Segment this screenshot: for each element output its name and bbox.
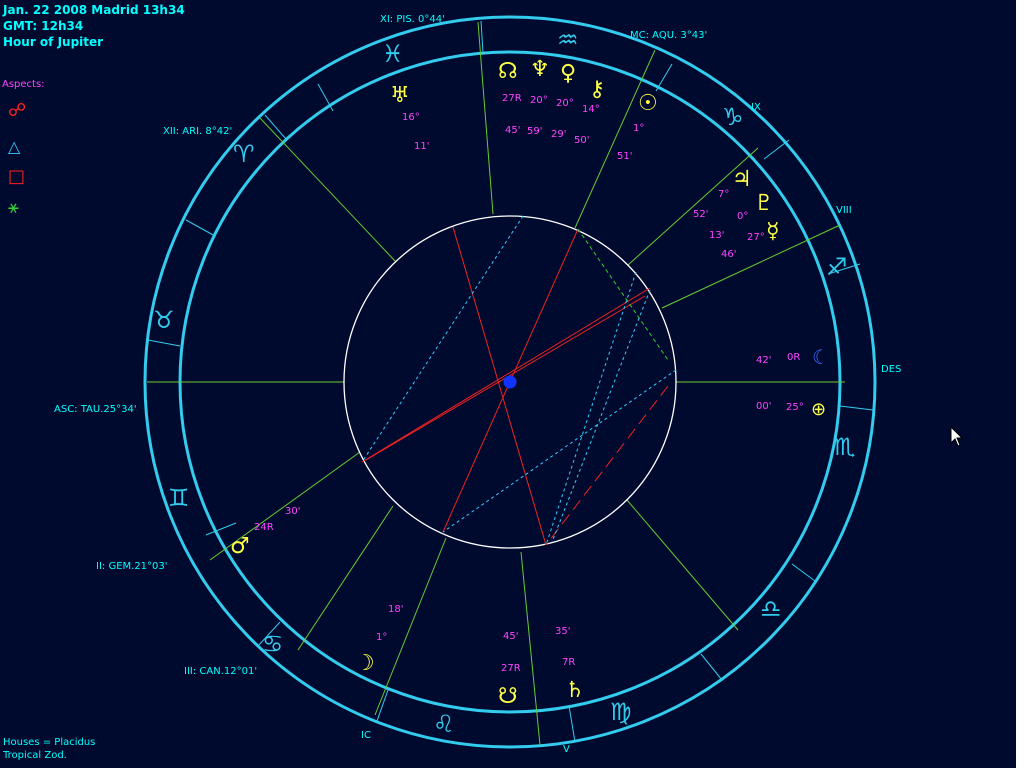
house-iii-label: III: CAN.12°01' bbox=[184, 666, 257, 677]
jupiter-minute: 52' bbox=[693, 209, 708, 220]
house-viii-label: VIII bbox=[836, 205, 852, 216]
taurus-sign: ♉ bbox=[153, 306, 175, 334]
zodiac-type-label: Tropical Zod. bbox=[3, 750, 67, 761]
mars-glyph: ♂ bbox=[230, 534, 250, 559]
jupiter-glyph: ♃ bbox=[732, 167, 752, 192]
trine-icon: △ bbox=[8, 137, 21, 156]
fortune-degree: 25° bbox=[786, 402, 804, 413]
uranus-degree: 16° bbox=[402, 112, 420, 123]
moon-minute: 42' bbox=[756, 355, 771, 366]
scorpio-sign: ♏ bbox=[834, 433, 856, 461]
mc-label: MC: AQU. 3°43' bbox=[630, 30, 707, 41]
saturn-minute: 35' bbox=[555, 626, 570, 637]
aspects-legend-title: Aspects: bbox=[2, 79, 45, 90]
aries-sign: ♈ bbox=[233, 140, 255, 168]
lilith-degree: 1° bbox=[376, 632, 387, 643]
chart-canvas[interactable]: MC: AQU. 3°43' XI: PIS. 0°44' XII: ARI. … bbox=[0, 0, 1016, 768]
node-minute: 45' bbox=[505, 125, 520, 136]
sun-glyph: ☉ bbox=[638, 91, 658, 116]
house-ii-label: II: GEM.21°03' bbox=[96, 561, 168, 572]
mars-degree: 24R bbox=[254, 522, 274, 533]
house-v-label: V bbox=[563, 744, 570, 755]
lilith-minute: 18' bbox=[388, 604, 403, 615]
mercury-minute: 46' bbox=[721, 249, 736, 260]
chiron-degree: 14° bbox=[582, 104, 600, 115]
mouse-cursor-icon bbox=[950, 426, 964, 447]
venus-degree: 20° bbox=[556, 98, 574, 109]
moon-glyph: ☾ bbox=[812, 345, 830, 369]
pluto-degree: 0° bbox=[737, 211, 748, 222]
asc-label: ASC: TAU.25°34' bbox=[54, 404, 137, 415]
south-node-glyph: ☋ bbox=[498, 684, 518, 709]
venus-glyph: ♀ bbox=[560, 61, 576, 86]
pluto-glyph: ♇ bbox=[754, 191, 774, 216]
north-node-glyph: ☊ bbox=[498, 59, 518, 84]
sagittarius-sign: ♐ bbox=[826, 253, 848, 281]
virgo-sign: ♍ bbox=[610, 698, 632, 726]
neptune-glyph: ♆ bbox=[530, 57, 550, 82]
mars-minute: 30' bbox=[285, 506, 300, 517]
square-icon: □ bbox=[8, 166, 26, 187]
snode-degree: 27R bbox=[501, 663, 521, 674]
planetary-hour: Hour of Jupiter bbox=[3, 35, 104, 49]
house-xii-label: XII: ARI. 8°42' bbox=[163, 126, 232, 137]
uranus-glyph: ♅ bbox=[390, 83, 410, 108]
pluto-minute: 13' bbox=[709, 230, 724, 241]
pisces-sign: ♓ bbox=[382, 40, 404, 68]
saturn-degree: 7R bbox=[562, 657, 575, 668]
house-system-label: Houses = Placidus bbox=[3, 737, 96, 748]
sun-degree: 1° bbox=[633, 123, 644, 134]
saturn-glyph: ♄ bbox=[565, 678, 585, 703]
venus-minute: 29' bbox=[551, 129, 566, 140]
fortune-minute: 00' bbox=[756, 401, 771, 412]
node-degree: 27R bbox=[502, 93, 522, 104]
house-xi-label: XI: PIS. 0°44' bbox=[380, 14, 445, 25]
gemini-sign: ♊ bbox=[168, 484, 190, 512]
window-edge bbox=[1016, 0, 1024, 768]
sextile-icon: ⚹ bbox=[8, 197, 19, 218]
chiron-glyph: ⚷ bbox=[589, 77, 605, 102]
capricorn-sign: ♑ bbox=[722, 103, 744, 131]
fortune-glyph: ⊕ bbox=[811, 399, 826, 420]
uranus-minute: 11' bbox=[414, 141, 429, 152]
snode-minute: 45' bbox=[503, 631, 518, 642]
opposition-icon: ☍ bbox=[8, 100, 27, 121]
chiron-minute: 50' bbox=[574, 135, 589, 146]
jupiter-degree: 7° bbox=[718, 189, 729, 200]
lilith-glyph: ☽ bbox=[355, 651, 375, 676]
mercury-degree: 27° bbox=[747, 232, 765, 243]
mercury-glyph: ☿ bbox=[766, 219, 780, 244]
house-ix-label: IX bbox=[751, 102, 761, 113]
natal-chart-wheel: MC: AQU. 3°43' XI: PIS. 0°44' XII: ARI. … bbox=[54, 14, 901, 755]
aquarius-sign: ♒ bbox=[557, 26, 579, 54]
moon-degree: 0R bbox=[787, 352, 800, 363]
sun-minute: 51' bbox=[617, 151, 632, 162]
neptune-degree: 20° bbox=[530, 95, 548, 106]
cancer-sign: ♋ bbox=[262, 630, 284, 658]
neptune-minute: 59' bbox=[527, 126, 542, 137]
des-label: DES bbox=[881, 364, 901, 375]
leo-sign: ♌ bbox=[433, 710, 455, 738]
chart-gmt-time: GMT: 12h34 bbox=[3, 19, 84, 33]
ic-label: IC bbox=[361, 730, 371, 741]
chart-center-dot bbox=[503, 375, 517, 389]
libra-sign: ♎ bbox=[760, 595, 782, 623]
chart-date-location: Jan. 22 2008 Madrid 13h34 bbox=[3, 3, 185, 17]
